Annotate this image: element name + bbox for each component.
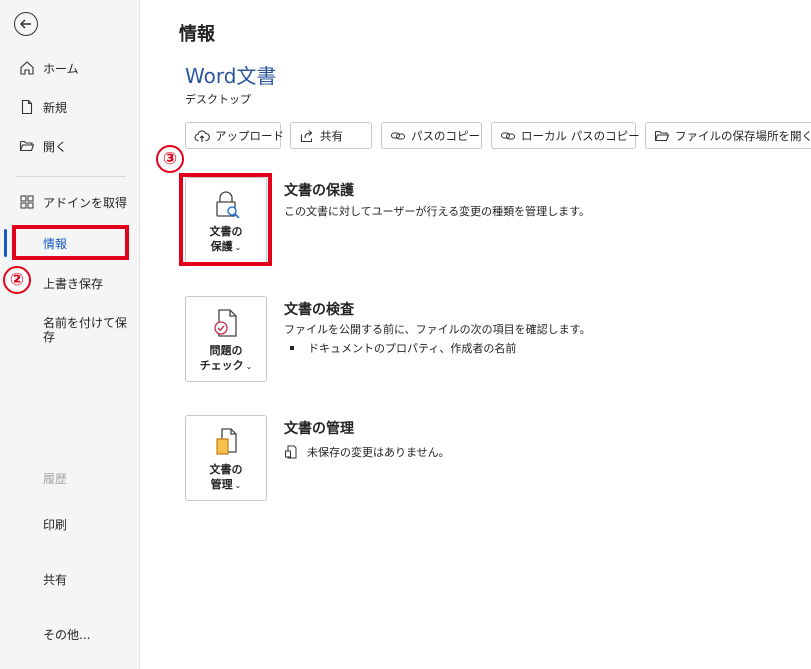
document-stack-icon [210,426,242,458]
sidebar-item-label: 上書き保存 [43,276,104,291]
sidebar-item-addins[interactable]: アドインを取得 [0,187,140,217]
manage-tile-line2: 管理 [210,478,233,491]
manage-status: 未保存の変更はありません。 [284,444,450,460]
sidebar-item-label: アドインを取得 [43,195,128,210]
home-icon [19,60,35,76]
document-check-icon [210,307,242,339]
inspect-section-description: ファイルを公開する前に、ファイルの次の項目を確認します。 [284,323,591,336]
protect-section-description: この文書に対してユーザーが行える変更の種類を管理します。 [284,205,591,218]
inspect-bullet-text: ドキュメントのプロパティ、作成者の名前 [308,342,517,355]
copy-path-button[interactable]: パスのコピー [381,122,482,149]
sidebar-item-label: ホーム [43,61,79,76]
document-name: Word文書 [185,64,277,88]
document-version-icon [284,445,298,459]
folder-open-icon [654,128,670,144]
inspect-tile-line1: 問題の [209,344,243,357]
sidebar-item-share[interactable]: 共有 [0,564,140,594]
sidebar-item-label: 新規 [43,100,68,115]
copy-path-label: パスのコピー [411,128,480,143]
annotation-box-info [12,225,129,260]
sidebar-item-label: 名前を付けて保存 [43,316,128,344]
protect-section-title: 文書の保護 [284,183,354,199]
manage-status-text: 未保存の変更はありません。 [307,446,450,459]
chevron-down-icon: ⌄ [234,481,242,490]
document-location: デスクトップ [185,93,251,106]
inspect-tile-label: 問題の チェック ⌄ [200,343,253,374]
manage-document-button[interactable]: 文書の 管理 ⌄ [185,415,267,501]
inspect-bullet-item: ドキュメントのプロパティ、作成者の名前 [290,340,516,356]
sidebar-item-more[interactable]: その他... [0,619,140,649]
arrow-left-icon [19,19,31,29]
annotation-box-protect [179,173,272,266]
bullet-icon [290,346,294,350]
sidebar-item-open[interactable]: 開く [0,131,140,161]
check-for-issues-button[interactable]: 問題の チェック ⌄ [185,296,267,382]
sidebar-item-save-as[interactable]: 名前を付けて保存 [0,316,140,350]
sidebar-item-label: その他... [43,627,91,642]
copy-local-path-label: ローカル パスのコピー [521,128,640,143]
folder-open-icon [19,138,35,154]
annotation-step-2: ② [3,266,31,294]
back-button[interactable] [14,12,38,36]
sidebar-item-label: 開く [43,139,68,154]
sidebar-item-new[interactable]: 新規 [0,92,140,122]
page-title: 情報 [179,24,215,45]
share-label: 共有 [320,128,343,143]
sidebar-divider [16,176,126,177]
sidebar-item-print[interactable]: 印刷 [0,509,140,539]
manage-tile-line1: 文書の [209,463,243,476]
annotation-step-3: ③ [156,145,184,173]
grid-icon [19,194,35,210]
manage-tile-label: 文書の 管理 ⌄ [210,462,243,493]
inspect-section-title: 文書の検査 [284,302,354,318]
copy-local-path-button[interactable]: ローカル パスのコピー [491,122,640,149]
link-icon [390,128,406,144]
open-file-location-label: ファイルの保存場所を開く [675,128,811,143]
cloud-upload-icon [194,128,210,144]
share-icon [299,128,315,144]
upload-label: アップロード [215,128,284,143]
sidebar-item-history: 履歴 [0,463,140,493]
sidebar-item-label: 共有 [43,572,68,587]
link-icon [500,128,516,144]
open-file-location-button[interactable]: ファイルの保存場所を開く [645,122,811,149]
new-document-icon [19,99,35,115]
backstage-sidebar: ホーム 新規 開く アドインを取得 情報 上書き保存 名前を付けて保存 履歴 印… [0,0,140,669]
inspect-tile-line2: チェック [199,359,244,372]
chevron-down-icon: ⌄ [245,362,253,371]
inspect-tile-line2-row: チェック ⌄ [200,358,253,374]
sidebar-item-home[interactable]: ホーム [0,53,140,83]
manage-tile-line2-row: 管理 ⌄ [210,477,243,493]
upload-button[interactable]: アップロード [185,122,284,149]
manage-section-title: 文書の管理 [284,421,354,437]
sidebar-item-label: 印刷 [43,517,68,532]
sidebar-item-label: 履歴 [43,471,68,486]
share-button[interactable]: 共有 [290,122,372,149]
